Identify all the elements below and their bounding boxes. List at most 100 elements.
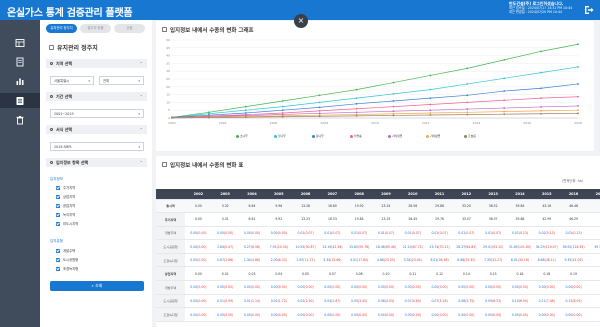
section-period[interactable]: 기간 선택 ⌃ [46,92,147,101]
table-cell: 2.84(0.47) [211,239,239,254]
cell-change: (0.07) [304,230,314,235]
cell-change: (0.59) [223,298,234,303]
table-cell: 4.68(20.55) [372,253,400,268]
table-cell: 19.84 [345,212,373,227]
close-button[interactable]: × [294,14,308,28]
tab-forest[interactable]: 산림 [114,24,145,33]
table-cell: 46.48 [560,199,587,214]
year-header[interactable]: 2010 [399,189,427,200]
view-button[interactable]: ⌕ 조회 [50,281,144,291]
year-header[interactable]: 2006 [292,189,319,200]
year-header[interactable]: 2008 [345,189,373,200]
table-cell: 0.10 [372,266,400,282]
cell-change: (2.87) [331,298,341,303]
logout-icon[interactable] [584,5,594,15]
cell-value: 0.01 [404,230,412,235]
list-icon[interactable] [15,96,25,106]
cell-change: (0.13) [545,230,555,235]
data-point [318,94,321,97]
tab-maintenance-settlement[interactable]: 유지관리 정주지 [46,24,77,33]
cell-change: (67.72) [411,244,423,249]
table-cell: 0.00 [185,266,212,282]
tab-settlement-status[interactable]: 정주지 현황 [80,24,111,33]
table-cell: 0.00(0.00) [185,280,212,295]
cell-value: 0.00 [511,285,519,290]
cell-change: (26.38) [437,258,449,263]
legend-item[interactable]: 소나무 [236,134,248,138]
table-cell: 8.01(35.16) [506,253,534,268]
legend-item[interactable]: 낙엽송 [350,134,362,138]
cell-change: (0.00) [438,285,448,290]
cell-change: (0.13) [572,230,582,235]
table-cell [586,307,600,322]
checkbox-development-housing[interactable] [56,249,60,253]
dashboard-icon[interactable] [15,38,25,48]
year-header[interactable]: 2002 [185,189,212,200]
year-header[interactable]: 2003 [211,189,239,200]
year-header[interactable]: 2016 [560,189,587,200]
legend-item[interactable]: 기타활엽 [426,134,440,138]
data-point [466,111,469,114]
legend-label: 혼효림 [468,134,476,138]
checkbox-nonurban[interactable] [56,222,60,226]
legend-item[interactable]: 참나무 [312,134,324,138]
legend-item[interactable]: 기타침엽 [388,134,402,138]
city-select[interactable]: 서울특별시 ▾ [50,76,94,85]
cell-change: (0.00) [572,312,582,317]
checkbox-industrial[interactable] [56,204,60,208]
cell-change: (15.66) [330,258,342,263]
app-title[interactable]: 온실가스 통계 검증관리 플랫폼 [7,4,133,19]
year-header[interactable]: 2009 [372,189,400,200]
table-cell: 42.99 [533,212,561,227]
cell-value: 0.02 [538,230,546,235]
chart-icon[interactable] [15,76,25,86]
document-icon[interactable] [15,57,25,67]
district-select[interactable]: 전체 ▾ [99,76,144,85]
data-point [540,71,542,74]
cell-change: (3.45) [357,298,368,303]
table-cell: 9.96 [265,199,293,214]
checkbox-green[interactable] [56,213,60,217]
table-cell: 0.12 [426,266,453,282]
checkbox-urban-park[interactable] [56,258,60,262]
trash-icon[interactable] [15,115,25,125]
data-point [392,110,395,113]
section-series-label: 서식 선택 [56,127,73,132]
cell-change: (0.00) [250,285,261,290]
table-cell: 0.00(0.00) [185,253,212,268]
legend-label: 참나무 [316,134,324,138]
year-header[interactable]: 2005 [265,189,293,200]
year-header[interactable]: 2007 [318,189,346,200]
checkbox-commercial[interactable] [56,195,60,199]
series-select[interactable]: 2019.SMPL ▾ [50,142,144,151]
cell-change: (0.00) [545,312,555,317]
table-cell: 0.00(0.00) [533,280,561,295]
period-select[interactable]: 2001~2019 ▾ [50,109,144,118]
year-header[interactable]: 2015 [533,189,561,200]
section-region[interactable]: 지역 선택 ⌃ [46,59,147,68]
cell-value: 0.00 [243,312,251,317]
section-indicator[interactable]: 입지정보 항목 선택 ⌃ [46,158,147,167]
user-last-change: 최근 변경일 : 2024/07/20 PM 10:44 [509,10,563,15]
data-table: 2002 2003 2004 2005 2006 2007 2008 2009 2010 2011… [156,189,600,327]
cell-change: (6.33) [491,298,502,303]
checkbox-residential[interactable] [56,186,60,190]
year-header[interactable]: 2004 [238,189,266,200]
x-tick-label: 2012 [422,121,430,125]
cell-change: (30.87) [304,244,316,249]
year-header[interactable]: 2013 [479,189,507,200]
table-cell: 36.92(118.55) [560,239,587,254]
year-header[interactable]: 2017 [586,189,600,200]
year-header[interactable]: 2014 [506,189,534,200]
legend-item[interactable]: 혼효림 [464,134,476,138]
legend-item[interactable]: 잣나무 [274,134,286,138]
table-cell: 33.07 [452,212,480,227]
year-header[interactable]: 2012 [452,189,480,200]
row-header: 조경녹지형 [156,253,185,268]
cell-change: (1.72) [277,298,287,303]
checkbox-landscape-green[interactable] [56,267,60,271]
section-series[interactable]: 서식 선택 ⌃ [46,125,147,134]
cell-change: (0.00) [518,285,529,290]
table-cell: 7.91(20.30) [265,239,293,254]
year-header[interactable]: 2011 [426,189,453,200]
